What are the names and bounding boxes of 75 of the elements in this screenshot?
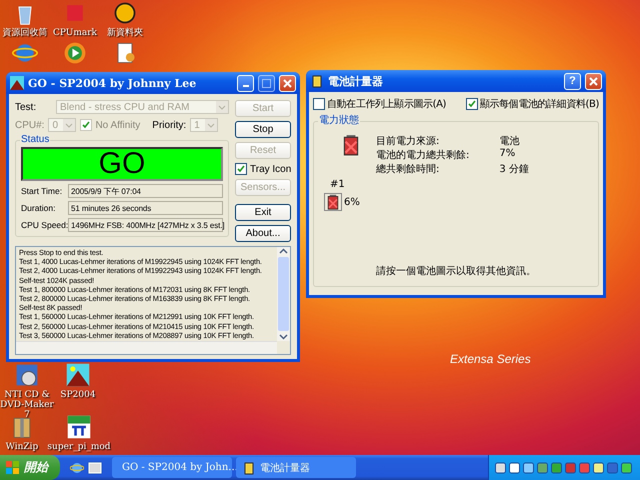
desktop-icon-label: SP2004 [60, 390, 96, 400]
battery-icon [310, 74, 324, 88]
minimize-icon [242, 85, 248, 87]
maximize-icon [262, 78, 271, 88]
dropdown-caret-icon [216, 101, 228, 113]
mountain-icon [10, 76, 24, 90]
checkbox-label: 自動在工作列上顯示圖示(A) [327, 98, 446, 111]
info-label: 電池的電力總共剩餘: [376, 148, 470, 162]
tray-icon-checkbox[interactable] [235, 163, 247, 175]
desktop-icon-label: NTI CD & DVD-Maker 7 [0, 390, 54, 420]
desktop-icon-label: super_pi_mod [47, 442, 111, 452]
option-checkbox[interactable] [313, 98, 325, 110]
readonly-field: 51 minutes 26 seconds [68, 201, 223, 215]
battery-icon [242, 460, 256, 474]
minimize-button[interactable] [237, 74, 254, 92]
taskbar-button[interactable]: 電池計量器 [236, 457, 356, 478]
info-label: 總共剩餘時間: [376, 162, 440, 176]
readonly-field: 2005/9/9 下午 07:04 [68, 184, 223, 198]
field-label: CPU Speed: [21, 220, 65, 230]
browser-e-icon[interactable] [70, 460, 84, 474]
test-dropdown[interactable]: Blend - stress CPU and RAM [56, 100, 229, 114]
priority-label: Priority: [152, 120, 186, 130]
dialog-button[interactable]: Exit [235, 204, 291, 221]
mountain-icon[interactable] [65, 362, 91, 388]
media-player-icon[interactable] [62, 40, 88, 66]
desktop-icon-label: 資源回收筒 [2, 28, 48, 38]
close-button[interactable] [585, 72, 602, 90]
tray-icon[interactable] [593, 462, 604, 474]
help-button[interactable]: ? [564, 72, 581, 90]
hint-text: 請按一個電池圖示以取得其他資訊。 [375, 264, 537, 278]
test-label: Test: [15, 102, 38, 112]
no-affinity-label: No Affinity [95, 120, 140, 130]
readonly-field: 1496MHz FSB: 400MHz [427MHz x 3.5 est.] [68, 218, 223, 232]
cpu-label: CPU#: [15, 120, 44, 130]
priority-dropdown[interactable]: 1 [190, 118, 218, 132]
wallpaper-text: Extensa Series [450, 352, 531, 366]
desktop-icon-label: CPUmark [52, 28, 98, 38]
dialog-button[interactable]: Stop [235, 121, 291, 138]
status-indicator: GO [21, 147, 223, 181]
battery-number: #1 [329, 179, 345, 190]
desktop-icon[interactable] [88, 460, 102, 474]
group-label: 電力狀態 [318, 115, 360, 127]
vertical-scrollbar[interactable] [277, 247, 290, 341]
disc-box-icon[interactable] [14, 362, 40, 388]
info-label: 目前電力來源: [376, 134, 440, 148]
pi-symbol-icon[interactable] [66, 414, 92, 440]
tray-icon[interactable] [495, 462, 506, 474]
battery-icon [325, 194, 341, 210]
tray-icon[interactable] [523, 462, 534, 474]
dialog-button[interactable]: About... [235, 225, 291, 242]
info-value: 7% [499, 148, 516, 161]
start-button[interactable]: 開始 [0, 455, 60, 480]
info-value: 電池 [499, 134, 520, 148]
checkbox-label: 顯示每個電池的詳細資料(B) [480, 98, 599, 111]
tray-icon[interactable] [621, 462, 632, 474]
close-button[interactable] [279, 74, 296, 92]
cpu-dropdown[interactable]: 0 [48, 118, 76, 132]
info-value: 3 分鐘 [499, 163, 529, 176]
close-icon [283, 78, 292, 88]
tray-icon[interactable] [509, 462, 520, 474]
option-checkbox[interactable] [466, 98, 478, 110]
desktop-icon-label: 新資料夾 [107, 28, 143, 38]
battery-percent: 6% [344, 196, 360, 208]
windows-logo-icon [6, 460, 20, 474]
field-label: Duration: [21, 203, 56, 213]
dropdown-caret-icon [205, 119, 218, 131]
close-icon [589, 76, 598, 86]
window-title: 電池計量器 [328, 74, 384, 88]
tray-icon-label: Tray Icon [250, 164, 292, 174]
desktop-icon-label: WinZip [6, 442, 38, 452]
field-label: Start Time: [21, 186, 64, 196]
horizontal-scrollbar[interactable] [16, 341, 277, 354]
window-title: GO - SP2004 by Johnny Lee [28, 76, 198, 90]
battery-button[interactable] [324, 193, 342, 211]
dropdown-caret-icon [63, 119, 76, 131]
